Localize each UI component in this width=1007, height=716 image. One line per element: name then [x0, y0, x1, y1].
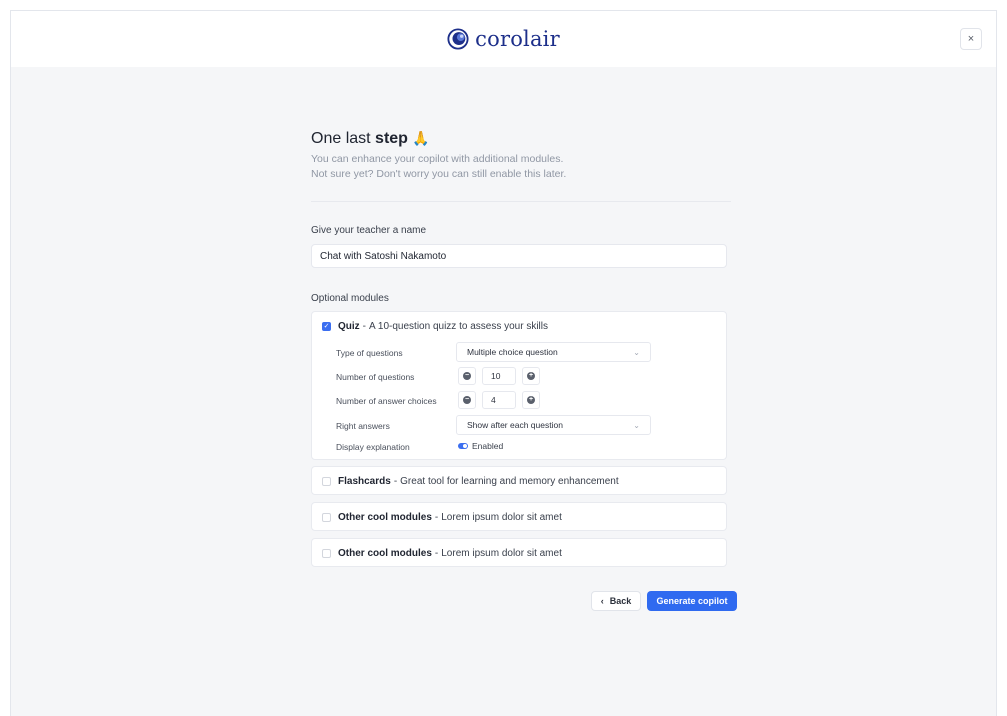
choices-increment-button[interactable]: + — [522, 391, 540, 409]
separator: - — [434, 511, 439, 523]
module-card-other-1: Other cool modules - Lorem ipsum dolor s… — [311, 502, 727, 531]
toggle-switch-icon — [458, 443, 468, 449]
plus-icon: + — [527, 396, 535, 404]
choices-count-field[interactable]: 4 — [482, 391, 516, 409]
module-description: Lorem ipsum dolor sit amet — [441, 547, 562, 559]
chevron-left-icon: ‹ — [600, 596, 604, 606]
module-header-other-1: Other cool modules - Lorem ipsum dolor s… — [322, 503, 562, 531]
module-header-other-2: Other cool modules - Lorem ipsum dolor s… — [322, 539, 562, 567]
minus-icon: − — [463, 372, 471, 380]
display-explanation-toggle[interactable]: Enabled — [458, 441, 503, 451]
module-description: A 10-question quizz to assess your skill… — [369, 320, 548, 332]
teacher-name-label: Give your teacher a name — [311, 225, 427, 236]
module-card-other-2: Other cool modules - Lorem ipsum dolor s… — [311, 538, 727, 567]
section-divider — [311, 201, 731, 202]
module-name: Other cool modules — [338, 547, 432, 559]
optional-modules-label: Optional modules — [311, 293, 389, 304]
number-of-answer-choices-label: Number of answer choices — [336, 396, 437, 406]
plus-icon: + — [527, 372, 535, 380]
separator: - — [434, 547, 439, 559]
questions-decrement-button[interactable]: − — [458, 367, 476, 385]
module-description: Great tool for learning and memory enhan… — [400, 475, 619, 487]
questions-count-field[interactable]: 10 — [482, 367, 516, 385]
title-prefix: One last — [311, 130, 371, 147]
type-of-questions-label: Type of questions — [336, 348, 403, 358]
other-module-1-checkbox[interactable] — [322, 512, 331, 522]
module-name: Quiz — [338, 320, 360, 332]
number-of-questions-label: Number of questions — [336, 372, 415, 382]
display-explanation-label: Display explanation — [336, 442, 410, 452]
subtitle-line: Not sure yet? Don't worry you can still … — [311, 168, 567, 180]
top-bar: corolair × — [11, 11, 996, 67]
back-label: Back — [609, 596, 632, 606]
generate-copilot-button[interactable]: Generate copilot — [647, 591, 737, 611]
quiz-checkbox[interactable]: ✓ — [322, 321, 331, 331]
flashcards-checkbox[interactable] — [322, 476, 331, 486]
praying-hands-icon: 🙏 — [412, 130, 430, 146]
separator: - — [393, 475, 398, 487]
back-button[interactable]: ‹ Back — [591, 591, 641, 611]
select-value: Show after each question — [467, 420, 563, 430]
module-header-flashcards: Flashcards - Great tool for learning and… — [322, 467, 619, 495]
brand-name: corolair — [475, 27, 560, 51]
app-window: corolair × One last step 🙏 You can enhan… — [10, 10, 997, 716]
module-card-flashcards: Flashcards - Great tool for learning and… — [311, 466, 727, 495]
toggle-state: Enabled — [472, 441, 504, 451]
corolair-logo-icon — [447, 28, 469, 50]
module-name: Flashcards — [338, 475, 391, 487]
other-module-2-checkbox[interactable] — [322, 548, 331, 558]
module-description: Lorem ipsum dolor sit amet — [441, 511, 562, 523]
module-name: Other cool modules — [338, 511, 432, 523]
module-header-quiz: ✓ Quiz - A 10-question quizz to assess y… — [322, 312, 548, 340]
page-subtitle: You can enhance your copilot with additi… — [311, 152, 731, 182]
subtitle-line: You can enhance your copilot with additi… — [311, 153, 564, 165]
type-of-questions-select[interactable]: Multiple choice question ⌄ — [456, 342, 651, 362]
brand: corolair — [447, 27, 560, 51]
chevron-down-icon: ⌄ — [633, 347, 640, 357]
close-button[interactable]: × — [960, 28, 982, 50]
chevron-down-icon: ⌄ — [633, 420, 640, 430]
title-bold: step — [375, 130, 408, 147]
minus-icon: − — [463, 396, 471, 404]
teacher-name-input[interactable] — [311, 244, 727, 268]
close-icon: × — [967, 33, 975, 45]
page-title: One last step 🙏 — [311, 130, 430, 148]
select-value: Multiple choice question — [467, 347, 558, 357]
module-card-quiz: ✓ Quiz - A 10-question quizz to assess y… — [311, 311, 727, 460]
separator: - — [362, 320, 367, 332]
right-answers-label: Right answers — [336, 421, 390, 431]
right-answers-select[interactable]: Show after each question ⌄ — [456, 415, 651, 435]
questions-increment-button[interactable]: + — [522, 367, 540, 385]
choices-decrement-button[interactable]: − — [458, 391, 476, 409]
